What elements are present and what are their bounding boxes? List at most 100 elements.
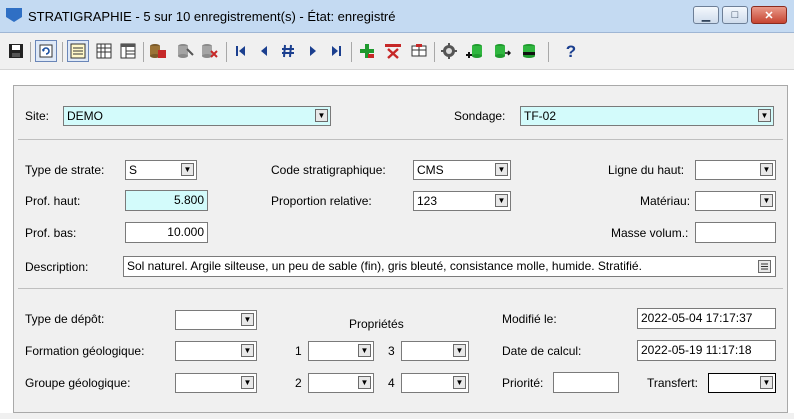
first-record-icon[interactable] [232,42,250,60]
type-strate-select[interactable]: S ▼ [125,160,197,180]
help-icon[interactable]: ? [562,42,580,60]
db-add-icon[interactable] [466,42,484,60]
chevron-down-icon[interactable]: ▼ [358,344,371,357]
delete-record-icon[interactable] [384,42,402,60]
modifie-le-input[interactable]: 2022-05-04 17:17:37 [637,308,776,329]
chevron-down-icon[interactable]: ▼ [241,313,254,326]
propriete-3-select[interactable]: ▼ [401,341,469,361]
record-form: Site: DEMO ▼ Sondage: TF-02 ▼ Type de st… [13,85,788,413]
code-strat-select[interactable]: CMS ▼ [413,160,511,180]
refresh-icon[interactable] [35,40,57,62]
chevron-down-icon[interactable]: ▼ [495,163,508,176]
type-strate-label: Type de strate: [25,163,105,177]
window-title: STRATIGRAPHIE - 5 sur 10 enregistrement(… [28,9,396,24]
propriete-1-label: 1 [295,344,302,358]
chevron-down-icon[interactable]: ▼ [241,344,254,357]
formation-select[interactable]: ▼ [175,341,257,361]
prof-haut-input[interactable]: 5.800 [125,190,208,211]
materiau-label: Matériau: [640,194,691,208]
proportion-select[interactable]: 123 ▼ [413,191,511,211]
next-record-icon[interactable] [304,42,322,60]
modifie-le-label: Modifié le: [502,312,557,326]
masse-volum-input[interactable] [695,222,776,243]
proportion-value: 123 [417,194,438,208]
chevron-down-icon[interactable]: ▼ [315,109,328,122]
propriete-1-select[interactable]: ▼ [308,341,374,361]
formation-label: Formation géologique: [25,344,145,358]
propriete-3-label: 3 [388,344,395,358]
propriete-4-label: 4 [388,376,395,390]
goto-record-icon[interactable] [279,42,297,60]
site-select[interactable]: DEMO ▼ [63,106,331,126]
site-value: DEMO [67,109,103,123]
prof-haut-label: Prof. haut: [25,194,81,208]
type-strate-value: S [129,163,138,177]
window-bottom-edge [0,413,794,419]
chevron-down-icon[interactable]: ▼ [760,163,773,176]
groupe-label: Groupe géologique: [25,376,131,390]
chevron-down-icon[interactable]: ▼ [758,109,771,122]
site-label: Site: [25,109,50,123]
proportion-label: Proportion relative: [271,194,372,208]
divider [18,139,783,140]
transfert-label: Transfert: [647,376,698,390]
db-link-icon[interactable] [149,42,167,60]
code-strat-label: Code stratigraphique: [271,163,386,177]
add-record-icon[interactable] [358,42,376,60]
code-strat-value: CMS [417,163,444,177]
date-calcul-label: Date de calcul: [502,344,582,358]
previous-record-icon[interactable] [255,42,273,60]
proprietes-label: Propriétés [349,317,404,331]
expand-text-icon[interactable] [758,260,771,273]
description-label: Description: [25,260,89,274]
db-export-icon[interactable] [493,42,511,60]
db-delete-icon[interactable] [201,42,219,60]
sondage-select[interactable]: TF-02 ▼ [520,106,774,126]
groupe-select[interactable]: ▼ [175,373,257,393]
title-bar: STRATIGRAPHIE - 5 sur 10 enregistrement(… [0,0,794,33]
toolbar: ? [0,33,794,70]
prof-bas-input[interactable]: 10.000 [125,222,208,243]
sondage-value: TF-02 [524,109,557,123]
chevron-down-icon[interactable]: ▼ [760,376,773,389]
maximize-button[interactable]: □ [722,6,748,24]
close-icon: ✕ [764,9,774,22]
description-input[interactable]: Sol naturel. Argile silteuse, un peu de … [123,256,776,277]
last-record-icon[interactable] [327,42,345,60]
chevron-down-icon[interactable]: ▼ [181,163,194,176]
chevron-down-icon[interactable]: ▼ [358,376,371,389]
priorite-input[interactable] [553,372,619,393]
form-view-icon[interactable] [67,40,89,62]
type-depot-select[interactable]: ▼ [175,310,257,330]
app-icon [6,8,22,22]
prof-bas-label: Prof. bas: [25,226,77,240]
chevron-down-icon[interactable]: ▼ [453,376,466,389]
chevron-down-icon[interactable]: ▼ [453,344,466,357]
masse-volum-label: Masse volum.: [611,226,689,240]
type-depot-label: Type de dépôt: [25,312,105,326]
copy-record-icon[interactable] [410,42,428,60]
ligne-haut-select[interactable]: ▼ [695,160,776,180]
chevron-down-icon[interactable]: ▼ [760,194,773,207]
ligne-haut-label: Ligne du haut: [608,163,685,177]
table-view-icon[interactable] [95,42,113,60]
transfert-select[interactable]: ▼ [708,373,776,393]
minimize-button[interactable]: ▁ [693,6,719,24]
chevron-down-icon[interactable]: ▼ [241,376,254,389]
divider [18,288,783,289]
settings-icon[interactable] [440,42,458,60]
minimize-icon: ▁ [701,9,711,22]
db-tools-icon[interactable] [176,42,194,60]
priorite-label: Priorité: [502,376,544,390]
materiau-select[interactable]: ▼ [695,191,776,211]
list-view-icon[interactable] [119,42,137,60]
db-import-icon[interactable] [520,42,538,60]
propriete-2-select[interactable]: ▼ [308,373,374,393]
propriete-2-label: 2 [295,376,302,390]
save-icon[interactable] [7,42,25,60]
date-calcul-input[interactable]: 2022-05-19 11:17:18 [637,340,776,361]
chevron-down-icon[interactable]: ▼ [495,194,508,207]
maximize-icon: □ [731,9,739,21]
propriete-4-select[interactable]: ▼ [401,373,469,393]
close-button[interactable]: ✕ [751,6,787,24]
